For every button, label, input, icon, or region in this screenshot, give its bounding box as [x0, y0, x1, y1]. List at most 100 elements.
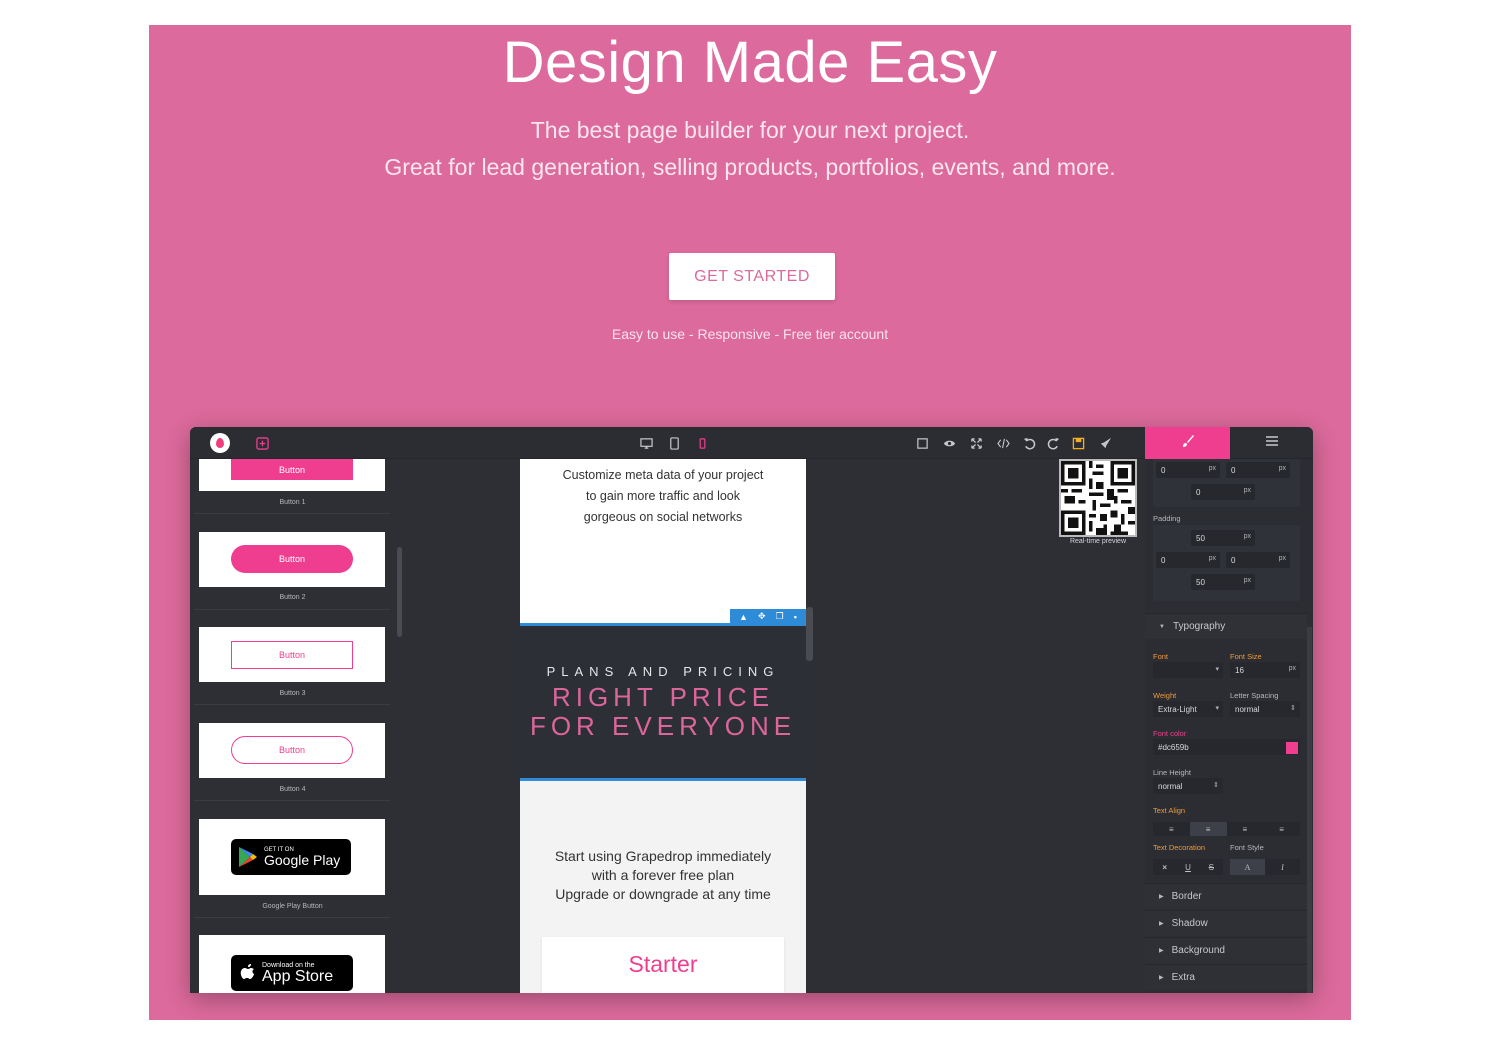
- blocks-scrollbar[interactable]: [397, 547, 402, 637]
- font-size-input[interactable]: 16 px: [1230, 662, 1300, 678]
- style-manager-scrollbar[interactable]: [1307, 627, 1312, 993]
- divider: [194, 917, 390, 918]
- meta-line-1: Customize meta data of your project: [562, 468, 764, 482]
- decoration-none-icon[interactable]: ×: [1153, 859, 1176, 875]
- save-icon[interactable]: [1070, 435, 1086, 451]
- desktop-view-icon[interactable]: [638, 435, 654, 451]
- block-button-3[interactable]: Button: [199, 627, 385, 682]
- padding-bottom-input[interactable]: 50 px: [1191, 574, 1255, 590]
- align-center-icon[interactable]: ≡: [1189, 822, 1227, 836]
- weight-label: Weight: [1153, 691, 1177, 700]
- extra-sector-header[interactable]: ▶ Extra: [1145, 964, 1307, 990]
- hero-section: Design Made Easy The best page builder f…: [149, 25, 1351, 1020]
- undo-icon[interactable]: [1021, 435, 1037, 451]
- font-select[interactable]: ▾: [1153, 662, 1223, 678]
- line-height-input[interactable]: normal ⇕: [1153, 778, 1223, 794]
- meta-line-3: gorgeous on social networks: [583, 510, 743, 524]
- fullscreen-icon[interactable]: [968, 435, 984, 451]
- hero-tagline: Easy to use - Responsive - Free tier acc…: [611, 326, 889, 342]
- border-sector-header[interactable]: ▶ Border: [1145, 883, 1307, 909]
- publish-rocket-icon[interactable]: [1097, 435, 1113, 451]
- style-manager-panel: 0 px 0 px 0 px Padding 50 px 0 px 0 px 50 px ▼ T…: [1145, 459, 1313, 993]
- block-caption: Google Play Button: [262, 903, 323, 910]
- align-right-icon[interactable]: ≡: [1227, 822, 1264, 836]
- button-3-preview: Button: [231, 641, 353, 669]
- style-manager-tab[interactable]: [1145, 427, 1230, 459]
- editor-screenshot-window: Button Button 1 Button Button 2 Button B…: [190, 427, 1313, 993]
- select-parent-icon[interactable]: ▲: [739, 612, 748, 622]
- block-caption: Button 2: [279, 594, 306, 601]
- block-button-1[interactable]: Button: [199, 459, 385, 491]
- strikethrough-icon[interactable]: S: [1200, 859, 1223, 875]
- margin-top-input[interactable]: 0 px: [1156, 462, 1220, 478]
- shadow-sector-header[interactable]: ▶ Shadow: [1145, 910, 1307, 936]
- move-icon[interactable]: ✥: [758, 611, 766, 622]
- divider: [194, 800, 390, 801]
- letter-spacing-input[interactable]: normal ⇕: [1230, 701, 1300, 717]
- font-color-input[interactable]: #dc659b: [1153, 739, 1300, 755]
- pricing-title: RIGHT PRICE FOR EVERYONE: [520, 683, 806, 741]
- block-caption: Button 4: [279, 786, 306, 793]
- padding-top-input[interactable]: 50 px: [1191, 530, 1255, 546]
- padding-right-input[interactable]: 0 px: [1226, 552, 1290, 568]
- hero-subtitle-line1: The best page builder for your next proj…: [530, 117, 970, 143]
- pricing-title-line-1: RIGHT PRICE: [551, 682, 775, 712]
- font-style-normal-icon[interactable]: A: [1230, 859, 1265, 875]
- typography-sector-header[interactable]: ▼ Typography: [1145, 613, 1307, 639]
- padding-left-input[interactable]: 0 px: [1156, 552, 1220, 568]
- align-left-icon[interactable]: ≡: [1153, 822, 1190, 836]
- text-align-group: ≡ ≡ ≡ ≡: [1153, 822, 1300, 836]
- block-button-4[interactable]: Button: [199, 723, 385, 778]
- block-button-2[interactable]: Button: [199, 532, 385, 587]
- margin-bottom-input[interactable]: 0 px: [1191, 484, 1255, 500]
- block-google-play[interactable]: GET IT ON Google Play: [199, 819, 385, 895]
- plans-intro-line-3: Upgrade or downgrade at any time: [555, 886, 771, 902]
- text-decoration-group: × U S: [1153, 859, 1223, 875]
- plans-section[interactable]: Start using Grapedrop immediately with a…: [520, 781, 806, 993]
- tablet-view-icon[interactable]: [666, 435, 682, 451]
- caret-right-icon: ▶: [1159, 975, 1164, 981]
- plans-intro-line-1: Start using Grapedrop immediately: [554, 848, 772, 864]
- font-style-group: A I: [1230, 859, 1300, 875]
- text-decoration-label: Text Decoration: [1153, 843, 1206, 852]
- underline-icon[interactable]: U: [1176, 859, 1199, 875]
- pricing-section[interactable]: PLANS AND PRICING RIGHT PRICE FOR EVERYO…: [520, 623, 806, 781]
- preview-eye-icon[interactable]: [941, 435, 957, 451]
- editor-canvas-frame[interactable]: Customize meta data of your project to g…: [520, 459, 806, 993]
- caret-right-icon: ▶: [1159, 948, 1164, 954]
- meta-line-2: to gain more traffic and look: [585, 489, 741, 503]
- blocks-panel: Button Button 1 Button Button 2 Button B…: [190, 459, 395, 993]
- redo-icon[interactable]: [1045, 435, 1061, 451]
- mobile-view-icon[interactable]: [694, 435, 710, 451]
- font-label: Font: [1153, 652, 1169, 661]
- paint-brush-icon: [1181, 434, 1195, 453]
- margin-right-input[interactable]: 0 px: [1226, 462, 1290, 478]
- starter-plan-card[interactable]: Starter: [542, 937, 784, 993]
- layer-manager-tab[interactable]: [1230, 427, 1313, 459]
- qr-caption: Real-time preview: [1069, 538, 1127, 545]
- divider: [194, 609, 390, 610]
- google-play-icon: [238, 846, 258, 868]
- outline-toggle-icon[interactable]: [914, 435, 930, 451]
- get-started-button[interactable]: GET STARTED: [669, 253, 835, 300]
- delete-icon[interactable]: ▪: [794, 612, 797, 622]
- caret-right-icon: ▶: [1159, 894, 1164, 900]
- font-color-swatch[interactable]: [1286, 742, 1298, 754]
- text-align-label: Text Align: [1153, 806, 1186, 815]
- add-block-icon[interactable]: [254, 435, 270, 451]
- apple-logo-icon: [240, 963, 256, 983]
- block-app-store[interactable]: Download on the App Store: [199, 935, 385, 993]
- caret-right-icon: ▶: [1159, 921, 1164, 927]
- align-justify-icon[interactable]: ≡: [1263, 822, 1300, 836]
- pricing-kicker: PLANS AND PRICING: [546, 664, 780, 679]
- clone-icon[interactable]: ❐: [776, 611, 784, 622]
- font-style-label: Font Style: [1230, 843, 1264, 852]
- weight-select[interactable]: Extra-Light ▾: [1153, 701, 1223, 717]
- google-play-badge: GET IT ON Google Play: [231, 839, 351, 875]
- canvas-scrollbar[interactable]: [806, 607, 813, 661]
- background-sector-header[interactable]: ▶ Background: [1145, 937, 1307, 963]
- divider: [194, 513, 390, 514]
- code-view-icon[interactable]: [995, 435, 1011, 451]
- font-style-italic-icon[interactable]: I: [1265, 859, 1300, 875]
- hero-title: Design Made Easy: [502, 30, 998, 95]
